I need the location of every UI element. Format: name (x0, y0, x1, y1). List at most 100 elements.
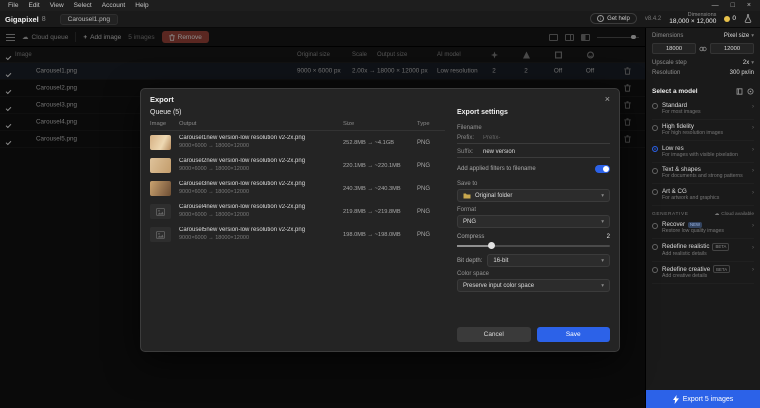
dimensions-unit-dropdown[interactable]: Pixel size ▾ (724, 33, 754, 39)
queue-file-size: 219.8MB → ~219.8MB (343, 208, 401, 215)
queue-row: Carousel5new version-low resolution v2-2… (150, 223, 445, 246)
chevron-right-icon: › (752, 146, 754, 153)
export-dialog-title: Export (150, 95, 174, 104)
book-icon[interactable] (736, 88, 743, 95)
suffix-input[interactable] (483, 149, 610, 155)
queue-thumbnail (150, 158, 171, 173)
menu-bar: File Edit View Select Account Help — □ × (0, 0, 760, 11)
resolution-value[interactable]: 300 px/in (730, 70, 754, 76)
model-name: High fidelity (662, 123, 694, 130)
chevron-down-icon: ▾ (751, 60, 754, 66)
menu-view[interactable]: View (45, 2, 69, 9)
dimensions-label: Dimensions (687, 11, 717, 18)
format-dropdown[interactable]: PNG ▾ (457, 215, 610, 228)
close-dialog-button[interactable]: × (605, 95, 610, 104)
model-description: Restore low quality images (662, 228, 724, 234)
queue-file-size: 220.1MB → ~220.1MB (343, 162, 401, 169)
compress-slider[interactable] (457, 241, 610, 250)
beta-badge: BETA (713, 265, 731, 273)
chevron-right-icon: › (752, 168, 754, 174)
compress-slider-knob[interactable] (487, 242, 495, 249)
chevron-down-icon: ▾ (601, 218, 604, 225)
export-settings-heading: Export settings (457, 109, 508, 116)
menu-edit[interactable]: Edit (23, 2, 44, 9)
queue-column-image: Image (150, 121, 167, 127)
menu-account[interactable]: Account (97, 2, 131, 9)
queue-heading: Queue (5) (150, 109, 182, 116)
width-input[interactable]: 18000 (652, 43, 696, 54)
radio-icon (652, 167, 658, 174)
bit-depth-label: Bit depth: (457, 257, 483, 264)
folder-icon (463, 193, 471, 198)
export-settings-panel: Export settings Filename Prefix: Suffix:… (457, 106, 610, 342)
queue-output-dimensions: 9000×6000 → 18000×12000 (179, 234, 250, 241)
radio-icon (652, 244, 658, 250)
generative-section-label: GENERATIVE (652, 211, 689, 217)
model-name: Redefine realistic (662, 243, 710, 250)
lightning-icon (672, 394, 679, 404)
model-high-fidelity[interactable]: High fidelity For high resolution images… (652, 120, 754, 141)
minimize-button[interactable]: — (712, 2, 719, 9)
version-text: v8.4.2 (644, 15, 662, 22)
export-images-label: Export 5 images (682, 395, 734, 403)
model-description: For documents and strong patterns (662, 173, 743, 179)
bit-depth-dropdown[interactable]: 16-bit ▾ (487, 254, 610, 267)
document-tab[interactable]: Carousel1.png (59, 13, 118, 25)
queue-column-output: Output (179, 121, 197, 127)
chevron-down-icon: ▾ (601, 282, 604, 289)
save-to-value: Original folder (475, 192, 513, 199)
app-version: 8 (41, 15, 46, 23)
model-description: For high resolution images (662, 130, 724, 136)
queue-output-dimensions: 9000×6000 → 18000×12000 (179, 165, 250, 172)
model-art-cg[interactable]: Art & CG For artwork and graphics › (652, 184, 754, 206)
cancel-button[interactable]: Cancel (457, 327, 531, 342)
model-redefine-realistic[interactable]: Redefine realistic BETA Add realistic de… (652, 239, 754, 262)
close-window-button[interactable]: × (747, 2, 751, 9)
credits-value: 0 (732, 15, 736, 23)
credits-counter[interactable]: 0 (724, 15, 736, 22)
menu-file[interactable]: File (3, 2, 23, 9)
info-icon: i (597, 15, 605, 23)
queue-output-name: Carousel2new version-low resolution v2-2… (179, 158, 306, 165)
compress-label: Compress (457, 234, 485, 240)
settings-sidebar: Dimensions Pixel size ▾ 18000 12000 Upsc… (645, 28, 760, 408)
get-help-button[interactable]: i Get help (590, 13, 637, 25)
model-standard[interactable]: Standard For most images › (652, 98, 754, 120)
target-icon[interactable] (747, 88, 754, 95)
height-input[interactable]: 12000 (710, 43, 754, 54)
export-images-button[interactable]: Export 5 images (646, 390, 760, 408)
link-dimensions-icon[interactable] (699, 46, 707, 52)
resolution-label: Resolution (652, 70, 681, 76)
model-low-res[interactable]: Low res For images with visible pixelati… (652, 141, 754, 163)
title-bar: Gigapixel 8 Carousel1.png i Get help v8.… (0, 11, 760, 28)
prefix-input[interactable] (483, 135, 610, 141)
model-name: Low res (662, 144, 684, 152)
save-to-dropdown[interactable]: Original folder ▾ (457, 189, 610, 202)
radio-icon (652, 189, 658, 195)
model-redefine-creative[interactable]: Redefine creative BETA Add creative deta… (652, 262, 754, 284)
model-name: Redefine creative (662, 265, 711, 273)
save-button[interactable]: Save (536, 327, 610, 342)
dimensions-value: 18,000 × 12,000 (669, 18, 717, 26)
format-value: PNG (463, 218, 477, 225)
dimensions-section-header: Dimensions (652, 33, 684, 39)
queue-file-size: 240.3MB → ~240.3MB (343, 185, 401, 192)
experiments-flask-icon[interactable] (744, 14, 752, 24)
upscale-step-value[interactable]: 2x ▾ (743, 60, 754, 66)
model-description: For artwork and graphics (662, 194, 720, 201)
color-space-dropdown[interactable]: Preserve input color space ▾ (457, 279, 610, 292)
filters-toggle[interactable] (595, 165, 610, 173)
queue-thumbnail (150, 135, 171, 150)
queue-file-type: PNG (417, 208, 431, 215)
save-to-label: Save to (457, 181, 478, 187)
model-description: For most images (662, 108, 701, 115)
menu-select[interactable]: Select (69, 2, 97, 9)
model-recover[interactable]: Recover NEW Restore low quality images › (652, 218, 754, 239)
model-description: Add creative details (662, 273, 708, 279)
queue-output-dimensions: 9000×6000 → 18000×12000 (179, 142, 250, 149)
queue-column-type: Type (417, 121, 430, 127)
cloud-available-indicator: ☁ Cloud available (714, 212, 754, 217)
menu-help[interactable]: Help (130, 2, 153, 9)
maximize-button[interactable]: □ (731, 2, 735, 9)
model-text-shapes[interactable]: Text & shapes For documents and strong p… (652, 163, 754, 184)
